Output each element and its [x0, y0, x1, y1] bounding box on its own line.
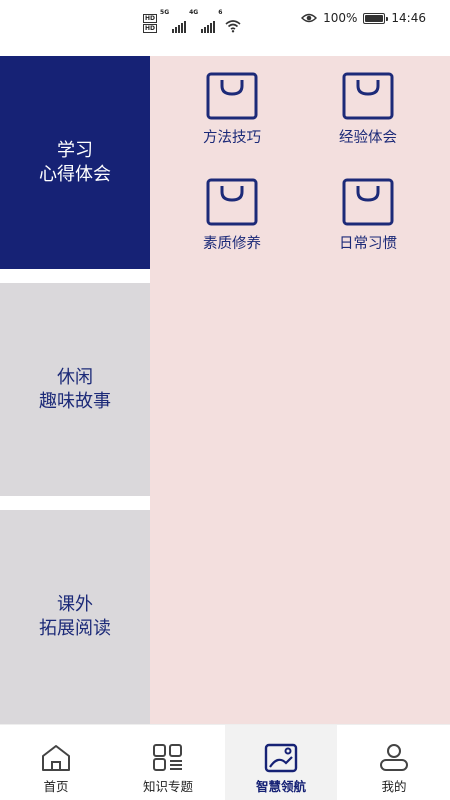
battery-percent: 100%	[323, 11, 358, 25]
wifi-icon	[225, 20, 241, 33]
sidebar-item-extended-reading[interactable]: 课外 拓展阅读	[0, 510, 150, 724]
subcategory-quality-cultivation[interactable]: 素质修养	[172, 178, 292, 274]
sidebar-item-label: 课外	[57, 594, 93, 615]
sidebar-item-label: 心得体会	[39, 163, 111, 185]
sidebar-item-label: 学习	[57, 139, 93, 161]
eye-icon	[301, 13, 318, 23]
tab-wisdom-guide[interactable]: 智慧领航	[225, 725, 337, 800]
subcategory-label: 日常习惯	[339, 236, 397, 252]
tab-label: 首页	[43, 779, 69, 794]
sidebar-item-leisure-stories[interactable]: 休闲 趣味故事	[0, 283, 150, 496]
tab-label: 知识专题	[142, 779, 193, 794]
sidebar-item-study-experience[interactable]: 学习 心得体会	[0, 56, 150, 269]
tab-knowledge-topics[interactable]: 知识专题	[112, 725, 224, 800]
clock: 14:46	[391, 11, 426, 25]
user-icon	[380, 744, 408, 771]
subcategory-methods-skills[interactable]: 方法技巧	[172, 72, 292, 168]
sidebar-item-label: 拓展阅读	[39, 618, 111, 639]
sidebar-item-label: 趣味故事	[39, 390, 111, 412]
signal-icon	[201, 21, 216, 33]
subcategory-panel: 方法技巧 经验体会 素质修养 日常习惯	[150, 56, 450, 724]
hd-indicators: HD HD	[143, 14, 158, 33]
network-type-label: 4G	[189, 9, 199, 16]
shopping-bag-icon	[206, 72, 258, 120]
system-indicators: 100% 14:46	[301, 11, 426, 25]
subcategory-label: 方法技巧	[203, 130, 261, 146]
tab-label: 智慧领航	[255, 779, 306, 794]
shopping-bag-icon	[342, 178, 394, 226]
battery-icon	[363, 12, 389, 24]
subcategory-experience[interactable]: 经验体会	[308, 72, 428, 168]
tab-home[interactable]: 首页	[0, 725, 112, 800]
shopping-bag-icon	[206, 178, 258, 226]
status-bar: HD HD 5G 4G 6 100% 14:46	[0, 0, 450, 40]
network-indicators: HD HD 5G 4G 6	[143, 9, 241, 33]
subcategory-daily-habits[interactable]: 日常习惯	[308, 178, 428, 274]
signal-icon	[172, 21, 187, 33]
network-type-label: 5G	[160, 9, 170, 16]
category-sidebar: 学习 心得体会 休闲 趣味故事 课外 拓展阅读	[0, 56, 150, 724]
home-icon	[42, 745, 70, 771]
grid-list-icon	[153, 744, 182, 771]
sidebar-item-label: 休闲	[57, 366, 93, 388]
image-frame-icon	[264, 743, 298, 773]
hd-icon: HD	[143, 14, 158, 23]
subcategory-label: 素质修养	[203, 236, 261, 252]
shopping-bag-icon	[342, 72, 394, 120]
bottom-nav: 首页 知识专题 智慧领航 我的	[0, 724, 450, 800]
wifi-standard-label: 6	[218, 9, 223, 16]
subcategory-label: 经验体会	[339, 130, 397, 146]
tab-label: 我的	[381, 779, 407, 794]
tab-mine[interactable]: 我的	[338, 725, 450, 800]
hd-icon: HD	[143, 24, 158, 33]
